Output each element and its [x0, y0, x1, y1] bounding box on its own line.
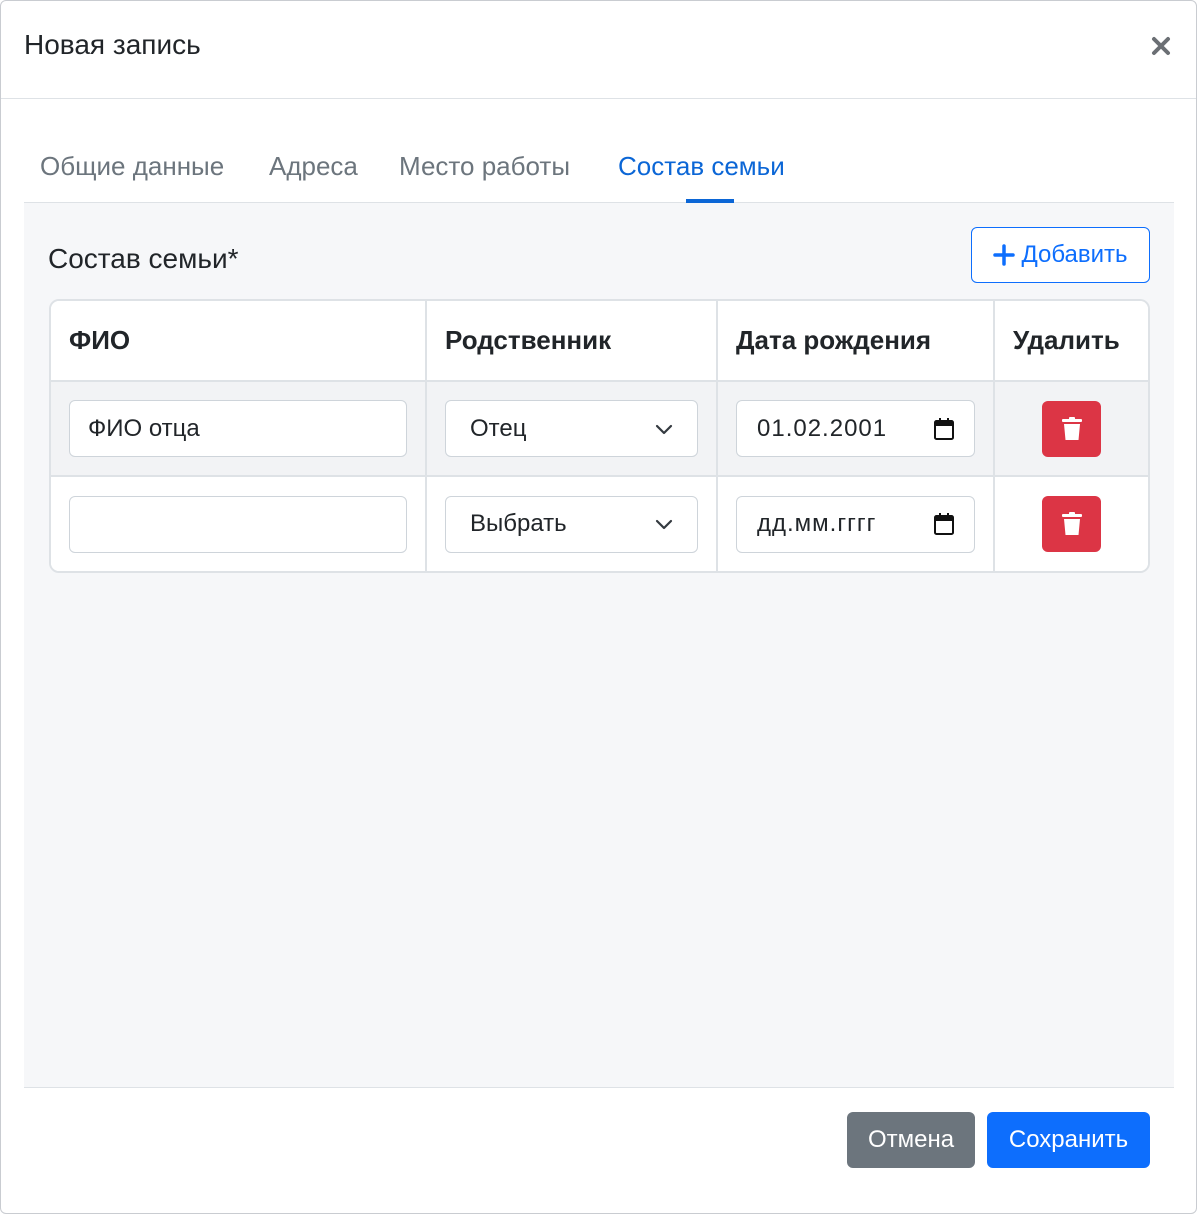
- delete-row-button[interactable]: [1042, 496, 1101, 552]
- family-table: ФИО Родственник Дата рождения Удалить ФИ…: [49, 299, 1150, 573]
- column-header-birth-date: Дата рождения: [717, 301, 995, 382]
- close-icon: [1152, 37, 1170, 55]
- new-record-dialog: Новая запись Общие данные Адреса Место р…: [0, 0, 1197, 1214]
- save-button[interactable]: Сохранить: [987, 1112, 1150, 1168]
- fio-input[interactable]: [69, 495, 407, 553]
- tab-workplace[interactable]: Место работы: [399, 149, 570, 183]
- birth-date-placeholder: дд.мм.гггг: [757, 510, 877, 537]
- tab-general[interactable]: Общие данные: [40, 149, 224, 183]
- column-header-fio: ФИО: [51, 301, 427, 382]
- tab-addresses[interactable]: Адреса: [269, 149, 358, 183]
- column-header-relative: Родственник: [426, 301, 718, 382]
- tab-bar: Общие данные Адреса Место работы Состав …: [24, 131, 1174, 203]
- delete-row-button[interactable]: [1042, 400, 1101, 457]
- birth-date-input[interactable]: 01.02.2001: [736, 400, 975, 457]
- trash-icon: [1061, 416, 1082, 440]
- chevron-down-icon: [655, 519, 673, 530]
- column-header-delete: Удалить: [994, 301, 1148, 382]
- dialog-title: Новая запись: [24, 29, 201, 60]
- plus-icon: [993, 244, 1016, 266]
- relative-select[interactable]: Выбрать: [445, 495, 698, 553]
- birth-date-input[interactable]: дд.мм.гггг: [736, 495, 975, 553]
- table-row: ФИО отца Отец 01.02.2001: [51, 381, 1148, 477]
- cancel-button[interactable]: Отмена: [847, 1112, 975, 1168]
- add-button-label: Добавить: [1021, 241, 1128, 268]
- table-row: Выбрать дд.мм.гггг: [51, 476, 1148, 571]
- add-button[interactable]: Добавить: [971, 227, 1150, 283]
- relative-select-value: Отец: [470, 414, 527, 442]
- dialog-footer: Отмена Сохранить: [24, 1087, 1174, 1214]
- relative-select[interactable]: Отец: [445, 400, 698, 457]
- close-button[interactable]: [1146, 31, 1176, 61]
- table-header-row: ФИО Родственник Дата рождения Удалить: [51, 301, 1148, 382]
- dialog-header: Новая запись: [1, 1, 1196, 99]
- chevron-down-icon: [655, 424, 673, 434]
- family-panel: Состав семьи* Добавить ФИО Родственник Д…: [24, 203, 1174, 1087]
- trash-icon: [1061, 512, 1082, 535]
- calendar-icon[interactable]: [934, 513, 954, 535]
- calendar-icon[interactable]: [934, 417, 954, 440]
- birth-date-value: 01.02.2001: [757, 414, 888, 442]
- tab-family[interactable]: Состав семьи: [618, 149, 785, 183]
- fio-input[interactable]: ФИО отца: [69, 400, 407, 457]
- relative-select-value: Выбрать: [470, 510, 567, 537]
- section-title: Состав семьи*: [48, 243, 239, 274]
